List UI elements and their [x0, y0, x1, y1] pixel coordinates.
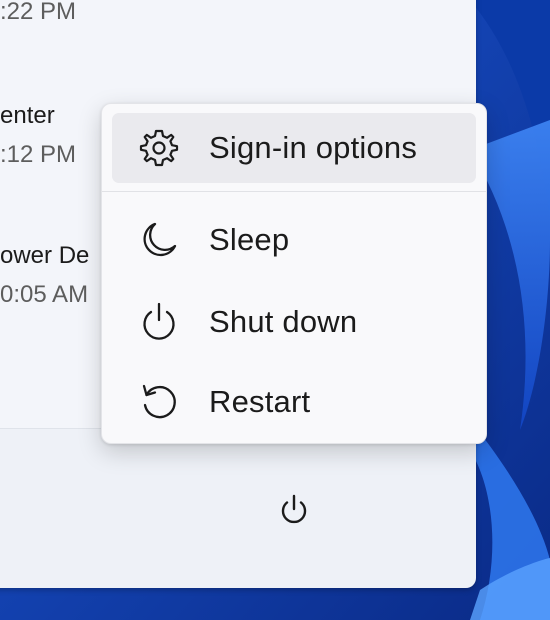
menu-item-sign-in-options[interactable]: Sign-in options — [112, 113, 476, 183]
desktop: :22 PM enter :12 PM ower De 0:05 AM Sign… — [0, 0, 550, 620]
menu-item-label: Restart — [209, 384, 311, 419]
power-button[interactable] — [270, 486, 318, 534]
menu-item-sleep[interactable]: Sleep — [112, 205, 476, 275]
menu-item-label: Sleep — [209, 222, 290, 257]
recent-item[interactable]: ower De 0:05 AM — [0, 242, 89, 309]
power-icon — [136, 299, 182, 345]
recent-item[interactable]: enter :12 PM — [0, 102, 76, 169]
recent-item-time: 0:05 AM — [0, 281, 89, 308]
restart-icon — [136, 379, 182, 425]
moon-icon — [136, 217, 182, 263]
menu-item-restart[interactable]: Restart — [112, 367, 476, 437]
power-icon — [281, 494, 307, 524]
recent-item-name: ower De — [0, 242, 90, 269]
gear-icon — [136, 125, 182, 171]
power-menu: Sign-in options Sleep Shut down Restart — [101, 103, 487, 444]
recent-item-time: :12 PM — [0, 141, 77, 168]
menu-item-label: Shut down — [209, 304, 358, 339]
recent-item-name: enter — [0, 102, 55, 129]
menu-item-label: Sign-in options — [209, 130, 418, 165]
menu-item-shut-down[interactable]: Shut down — [112, 287, 476, 357]
recent-item[interactable]: :22 PM — [0, 0, 76, 26]
menu-divider — [102, 191, 486, 192]
recent-item-time: :22 PM — [0, 0, 77, 25]
